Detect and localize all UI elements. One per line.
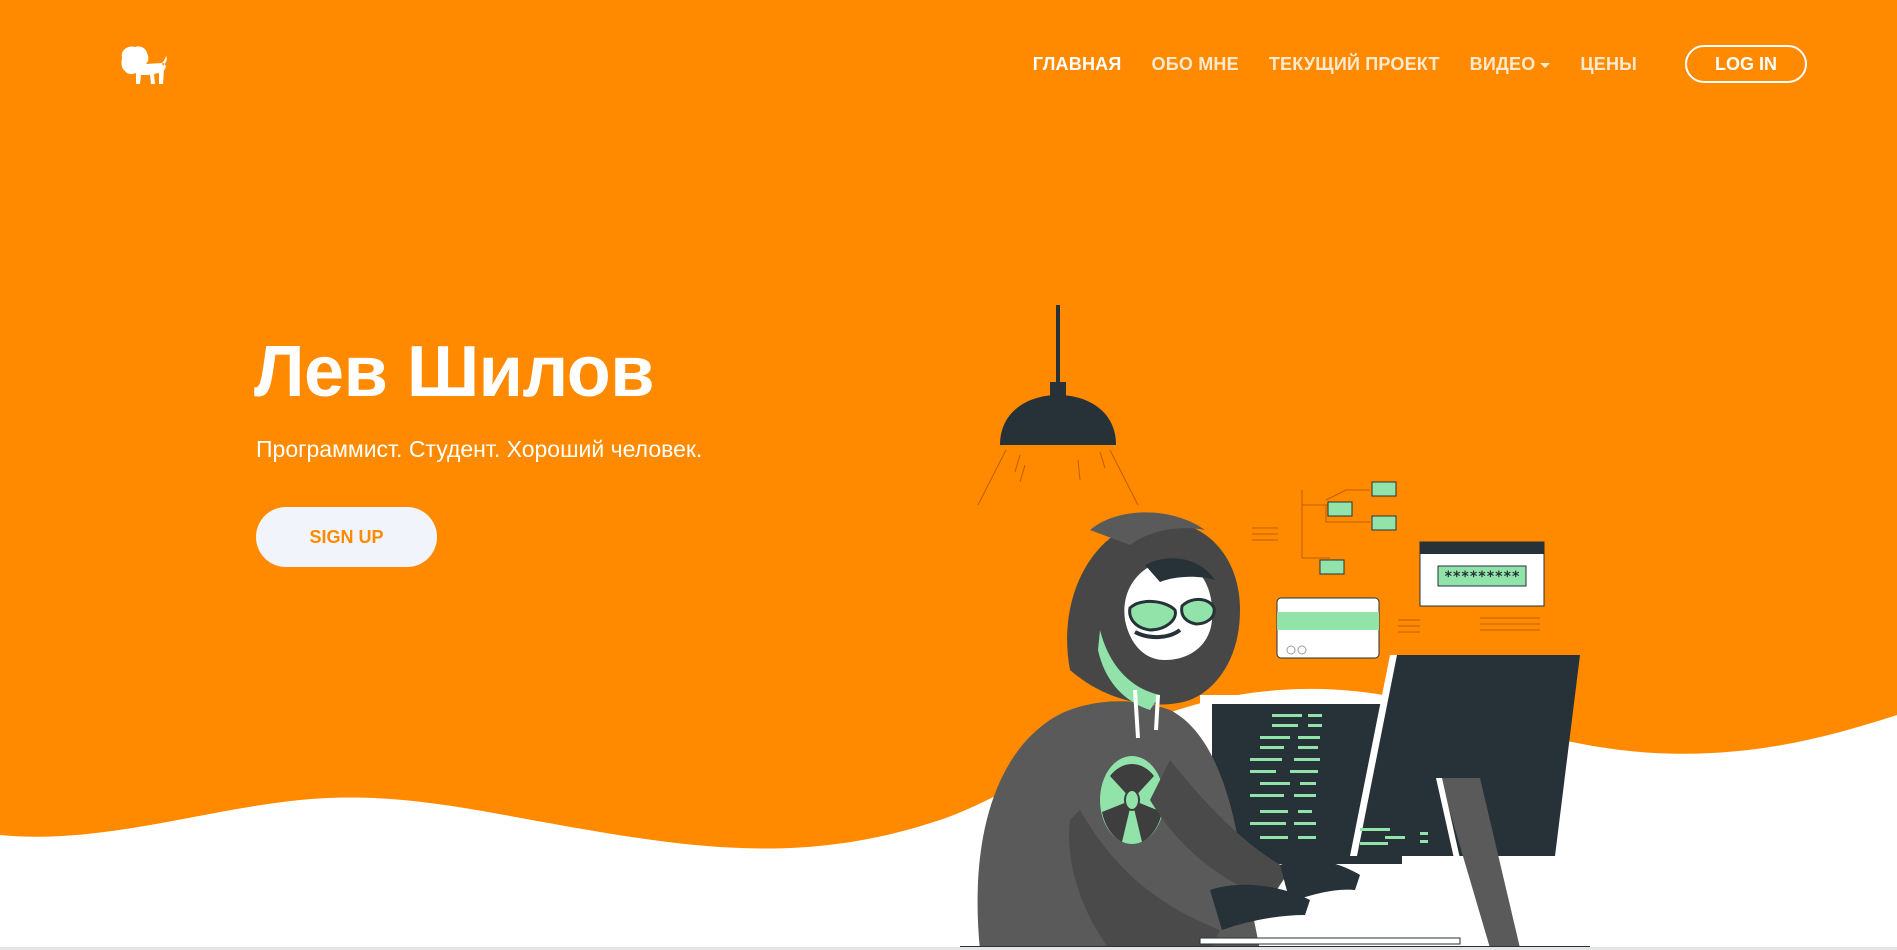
hacker-illustration: ********* [960,305,1590,950]
nav-about[interactable]: ОБО МНЕ [1137,46,1254,83]
nav-video-dropdown[interactable]: ВИДЕО [1455,46,1566,83]
flow-diagram [1252,481,1397,575]
caret-down-icon [1540,63,1551,68]
top-navbar: ГЛАВНАЯ ОБО МНЕ ТЕКУЩИЙ ПРОЕКТ ВИДЕО ЦЕН… [0,0,1897,130]
login-button[interactable]: LOG IN [1685,45,1807,83]
hero-title: Лев Шилов [254,332,654,412]
main-menu: ГЛАВНАЯ ОБО МНЕ ТЕКУЩИЙ ПРОЕКТ ВИДЕО ЦЕН… [1018,46,1652,83]
password-text: ********* [1444,569,1520,585]
desktop-monitor [1350,655,1580,948]
signup-button[interactable]: SIGN UP [256,507,437,567]
nav-prices[interactable]: ЦЕНЫ [1565,46,1652,83]
nav-current-project[interactable]: ТЕКУЩИЙ ПРОЕКТ [1254,46,1455,83]
ceiling-lamp [977,305,1139,506]
nav-home[interactable]: ГЛАВНАЯ [1018,46,1137,83]
credit-card [1276,597,1420,659]
password-window: ********* [1419,541,1545,631]
lion-icon[interactable] [116,44,168,88]
hero-background [0,0,1897,849]
hero-subtitle: Программист. Студент. Хороший человек. [256,436,703,462]
